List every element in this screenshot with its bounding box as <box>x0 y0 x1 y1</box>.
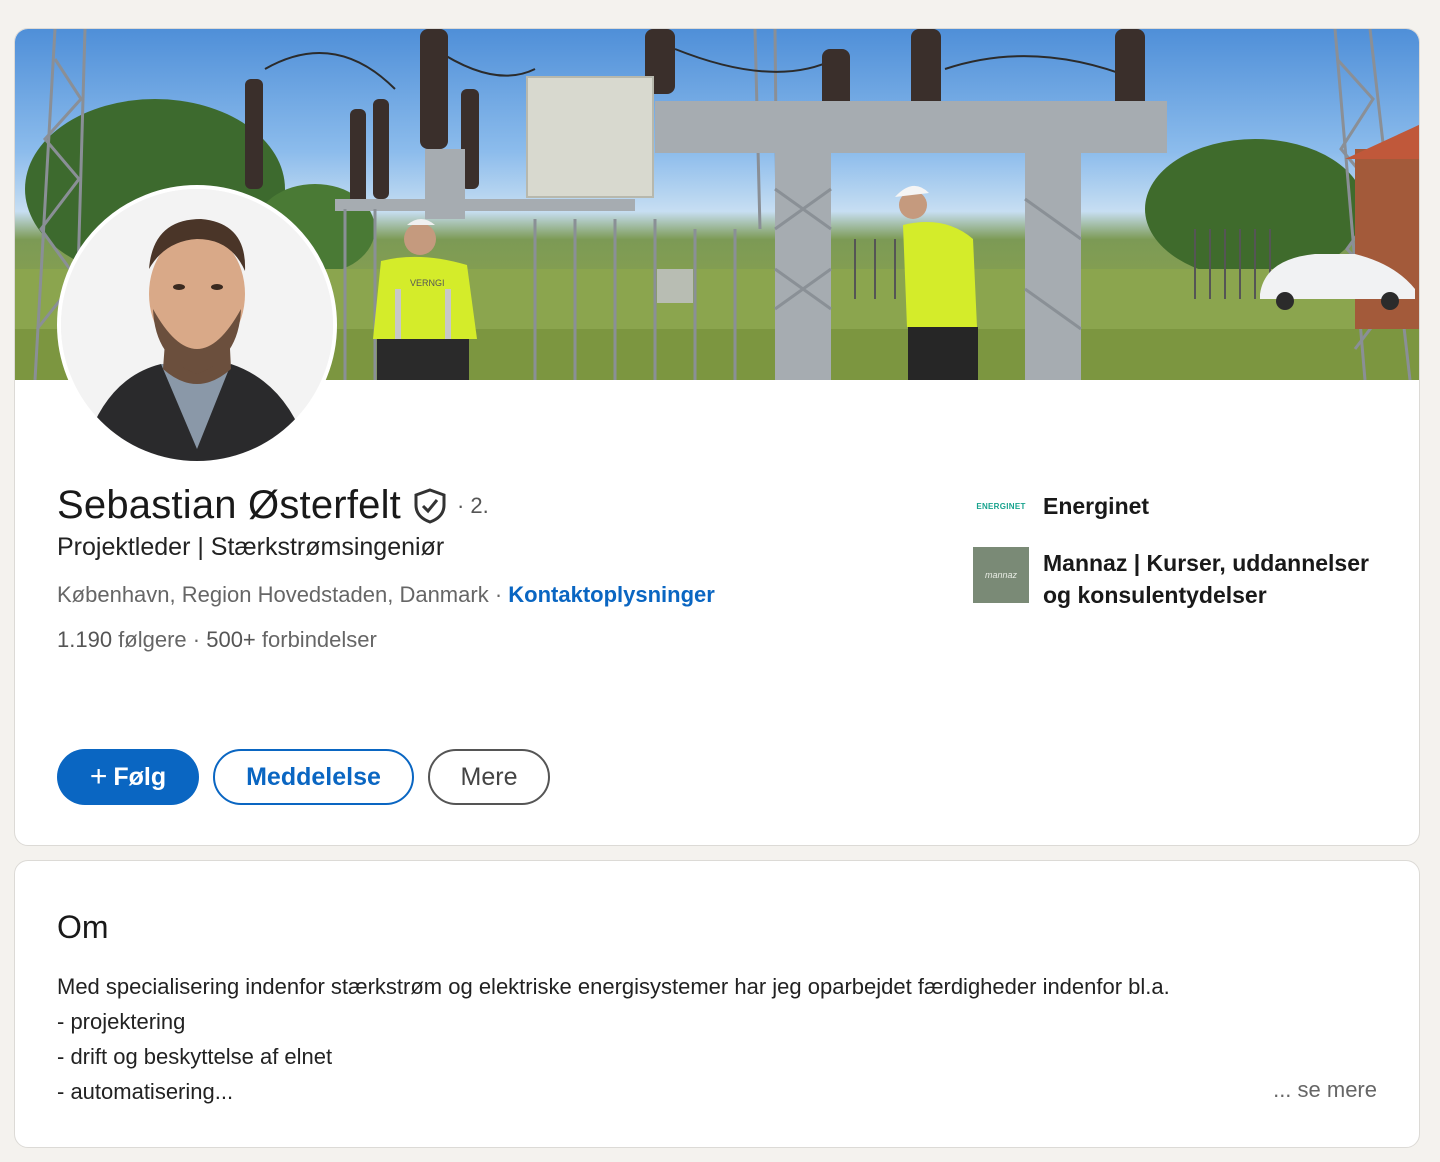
message-button[interactable]: Meddelelse <box>213 749 414 805</box>
profile-card: VERNGI Sebastian Østerfelt · 2. Projektl… <box>14 28 1420 846</box>
shield-check-icon[interactable] <box>413 487 447 525</box>
see-more-link[interactable]: ... se mere <box>1273 1077 1377 1103</box>
profile-name: Sebastian Østerfelt <box>57 483 401 527</box>
name-row: Sebastian Østerfelt · 2. <box>57 483 489 528</box>
company-name-mannaz: Mannaz | Kurser, uddannelser og konsulen… <box>1043 547 1369 611</box>
contact-info-link[interactable]: Kontaktoplysninger <box>508 582 715 607</box>
company-list: ENERGINET Energinet mannaz Mannaz | Kurs… <box>973 489 1369 611</box>
about-line: - drift og beskyttelse af elnet <box>57 1044 333 1069</box>
about-card: Om Med specialisering indenfor stærkstrø… <box>14 860 1420 1148</box>
mannaz-logo: mannaz <box>973 547 1029 603</box>
connections-label[interactable]: forbindelser <box>256 627 377 652</box>
company-mannaz[interactable]: mannaz Mannaz | Kurser, uddannelser og k… <box>973 547 1369 611</box>
about-line: Med specialisering indenfor stærkstrøm o… <box>57 974 1170 999</box>
follow-label: Følg <box>113 762 167 791</box>
about-line: - automatisering... <box>57 1079 234 1104</box>
energinet-logo-text: ENERGINET <box>976 501 1026 511</box>
profile-location: København, Region Hovedstaden, Danmark <box>57 582 489 607</box>
profile-photo[interactable] <box>57 185 337 465</box>
connection-degree: · 2. <box>456 492 489 518</box>
location-separator: · <box>488 582 509 607</box>
stats-separator: · <box>186 627 207 652</box>
follow-button[interactable]: + Følg <box>57 749 199 805</box>
banner-vest-text: VERNGI <box>410 278 445 288</box>
company-energinet[interactable]: ENERGINET Energinet <box>973 489 1369 523</box>
about-line: - projektering <box>57 1009 186 1034</box>
profile-stats: 1.190 følgere · 500+ forbindelser <box>57 627 377 653</box>
company-name-energinet: Energinet <box>1043 493 1150 519</box>
more-button[interactable]: Mere <box>428 749 550 805</box>
profile-headline: Projektleder | Stærkstrømsingeniør <box>57 533 445 561</box>
connections-count[interactable]: 500+ <box>206 627 256 652</box>
company-name-mannaz-line1: Mannaz | Kurser, uddannelser <box>1043 550 1369 576</box>
company-name-mannaz-line2: og konsulentydelser <box>1043 582 1267 608</box>
about-title: Om <box>57 909 109 945</box>
followers-label: følgere <box>112 627 187 652</box>
plus-icon: + <box>89 760 108 793</box>
about-text: Med specialisering indenfor stærkstrøm o… <box>57 969 1170 1109</box>
mannaz-logo-text: mannaz <box>984 570 1018 580</box>
energinet-logo: ENERGINET <box>973 489 1029 523</box>
followers-count: 1.190 <box>57 627 113 652</box>
location-row: København, Region Hovedstaden, Danmark ·… <box>57 582 715 608</box>
avatar-image <box>61 189 333 461</box>
